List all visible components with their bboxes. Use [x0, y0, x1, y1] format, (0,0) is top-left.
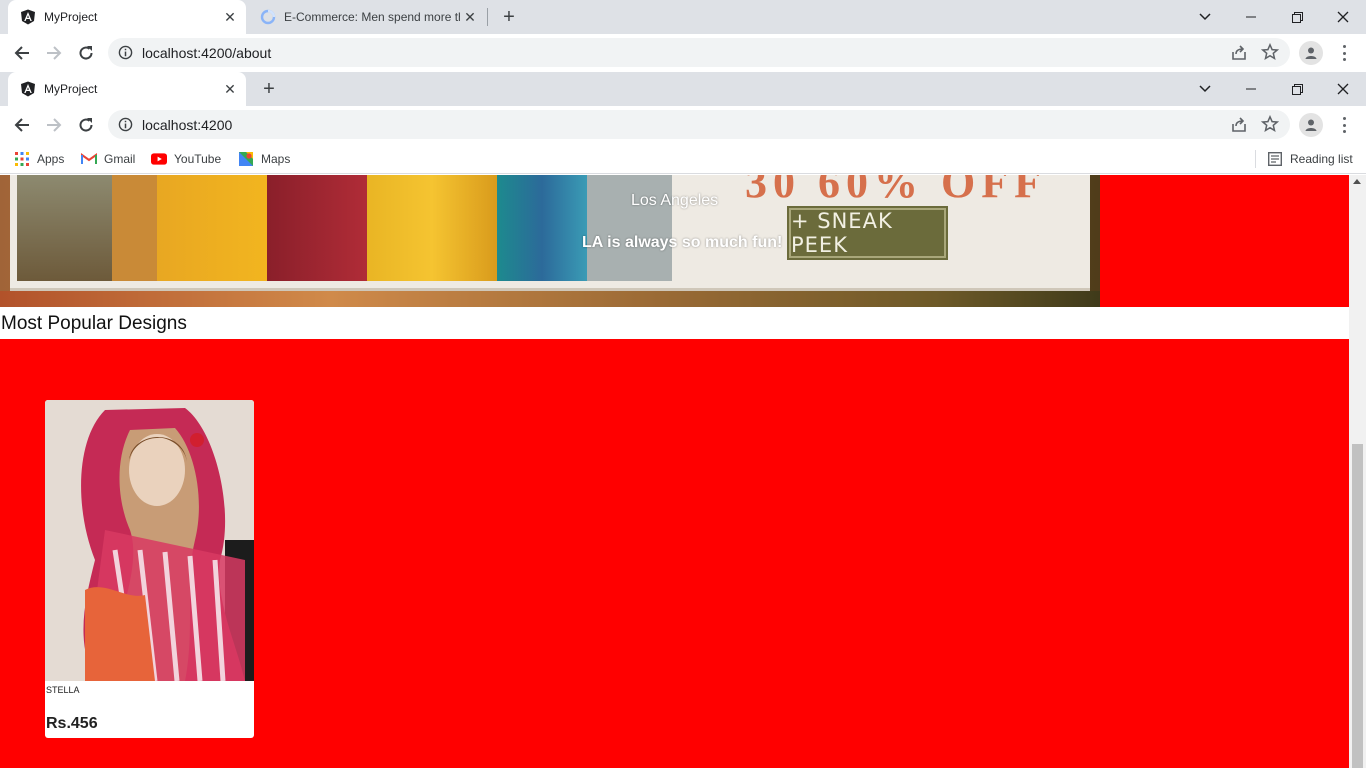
banner-photo	[17, 175, 672, 281]
carousel-caption-text: LA is always so much fun!	[582, 234, 783, 251]
bookmark-gmail[interactable]: Gmail	[81, 149, 135, 169]
maps-icon	[238, 151, 254, 167]
avatar-icon	[1305, 119, 1317, 131]
product-card[interactable]: STELLA Rs.456	[45, 400, 254, 738]
share-icon	[1232, 45, 1246, 60]
back-button[interactable]	[8, 111, 36, 139]
reading-list-icon	[1267, 151, 1283, 167]
profile-button[interactable]	[1299, 113, 1323, 137]
product-price: Rs.456	[46, 715, 98, 732]
close-icon	[1337, 83, 1349, 95]
close-icon[interactable]: ✕	[460, 7, 480, 27]
reload-icon	[79, 46, 93, 60]
minimize-button[interactable]	[1228, 0, 1274, 34]
reading-list-label: Reading list	[1290, 152, 1353, 166]
forward-button[interactable]	[40, 111, 68, 139]
product-grid: STELLA Rs.456	[0, 339, 1349, 768]
gmail-icon	[81, 151, 97, 167]
url-text[interactable]: localhost:4200	[142, 117, 232, 133]
chevron-down-icon	[1199, 13, 1211, 21]
outer-tab-ecommerce[interactable]: E-Commerce: Men spend more th ✕	[248, 0, 486, 34]
product-image[interactable]	[45, 400, 254, 681]
bookmarks-bar: Apps Gmail YouTube Maps Reading list	[0, 144, 1366, 174]
arrow-right-icon	[47, 46, 62, 60]
new-tab-button[interactable]: +	[497, 5, 521, 29]
tab-title: MyProject	[44, 10, 98, 24]
reading-list-button[interactable]: Reading list	[1267, 149, 1353, 169]
inner-tab-myproject[interactable]: MyProject ✕	[8, 72, 246, 106]
address-bar[interactable]: localhost:4200	[108, 110, 1290, 139]
restore-icon	[1291, 11, 1303, 23]
star-icon	[1261, 43, 1279, 60]
menu-button[interactable]	[1336, 115, 1352, 135]
chevron-down-icon	[1199, 85, 1211, 93]
bookmarks-separator	[1255, 150, 1256, 168]
avatar-icon	[1305, 47, 1317, 59]
window-close-button[interactable]	[1320, 0, 1366, 34]
sneak-peek-button[interactable]: + SNEAK PEEK	[787, 206, 948, 260]
arrow-left-icon	[14, 46, 29, 60]
address-bar[interactable]: localhost:4200/about	[108, 38, 1290, 67]
back-button[interactable]	[8, 39, 36, 67]
hero-banner-image: 30 60% OFF + SNEAK PEEK	[0, 175, 1100, 307]
bookmark-youtube[interactable]: YouTube	[151, 149, 221, 169]
restore-button[interactable]	[1274, 0, 1320, 34]
page-viewport[interactable]: 30 60% OFF + SNEAK PEEK Los Angeles LA i…	[0, 175, 1366, 768]
minimize-icon	[1246, 88, 1256, 90]
hero-carousel[interactable]: 30 60% OFF + SNEAK PEEK Los Angeles LA i…	[0, 175, 1349, 307]
tab-separator	[487, 8, 488, 26]
window-close-button[interactable]	[1320, 72, 1366, 106]
restore-button[interactable]	[1274, 72, 1320, 106]
info-icon	[118, 45, 133, 60]
angular-icon	[20, 9, 36, 25]
arrow-left-icon	[14, 118, 29, 132]
inner-tab-strip: MyProject ✕ +	[0, 72, 1366, 106]
minimize-icon	[1246, 16, 1256, 18]
loading-ring-icon	[260, 9, 276, 25]
bookmark-label: Gmail	[104, 152, 136, 166]
outer-tab-myproject[interactable]: MyProject ✕	[8, 0, 246, 34]
banner-ground	[0, 291, 1100, 307]
carousel-caption-title: Los Angeles	[631, 192, 719, 209]
apps-grid-icon	[14, 151, 30, 167]
banner-headline: 30 60% OFF	[745, 175, 1047, 207]
page-scrollbar[interactable]	[1349, 175, 1366, 768]
youtube-icon	[151, 151, 167, 167]
star-icon	[1261, 115, 1279, 132]
bookmark-label: Apps	[37, 152, 65, 166]
bookmark-apps[interactable]: Apps	[14, 149, 64, 169]
bookmark-maps[interactable]: Maps	[238, 149, 290, 169]
scrollbar-thumb[interactable]	[1352, 444, 1363, 768]
url-text[interactable]: localhost:4200/about	[142, 45, 271, 61]
reload-icon	[79, 118, 93, 132]
tab-search-button[interactable]	[1182, 0, 1228, 34]
minimize-button[interactable]	[1228, 72, 1274, 106]
new-tab-button[interactable]: +	[257, 77, 281, 101]
menu-button[interactable]	[1336, 43, 1352, 63]
angular-icon	[20, 81, 36, 97]
close-icon[interactable]: ✕	[220, 79, 240, 99]
forward-button[interactable]	[40, 39, 68, 67]
info-icon	[118, 117, 133, 132]
close-icon	[1337, 11, 1349, 23]
bookmark-label: Maps	[261, 152, 291, 166]
restore-icon	[1291, 83, 1303, 95]
outer-tab-strip: MyProject ✕ E-Commerce: Men spend more t…	[0, 0, 1366, 34]
profile-button[interactable]	[1299, 41, 1323, 65]
section-title: Most Popular Designs	[1, 313, 187, 334]
arrow-right-icon	[47, 118, 62, 132]
reload-button[interactable]	[72, 39, 100, 67]
scroll-up-arrow-icon[interactable]	[1353, 179, 1361, 184]
share-icon	[1232, 117, 1246, 132]
outer-toolbar: localhost:4200/about	[0, 34, 1366, 72]
bookmark-label: YouTube	[174, 152, 222, 166]
reload-button[interactable]	[72, 111, 100, 139]
close-icon[interactable]: ✕	[220, 7, 240, 27]
tab-search-button[interactable]	[1182, 72, 1228, 106]
product-name[interactable]: STELLA	[46, 685, 80, 695]
inner-toolbar: localhost:4200	[0, 106, 1366, 144]
tab-title: E-Commerce: Men spend more th	[284, 10, 460, 24]
tab-title: MyProject	[44, 82, 98, 96]
